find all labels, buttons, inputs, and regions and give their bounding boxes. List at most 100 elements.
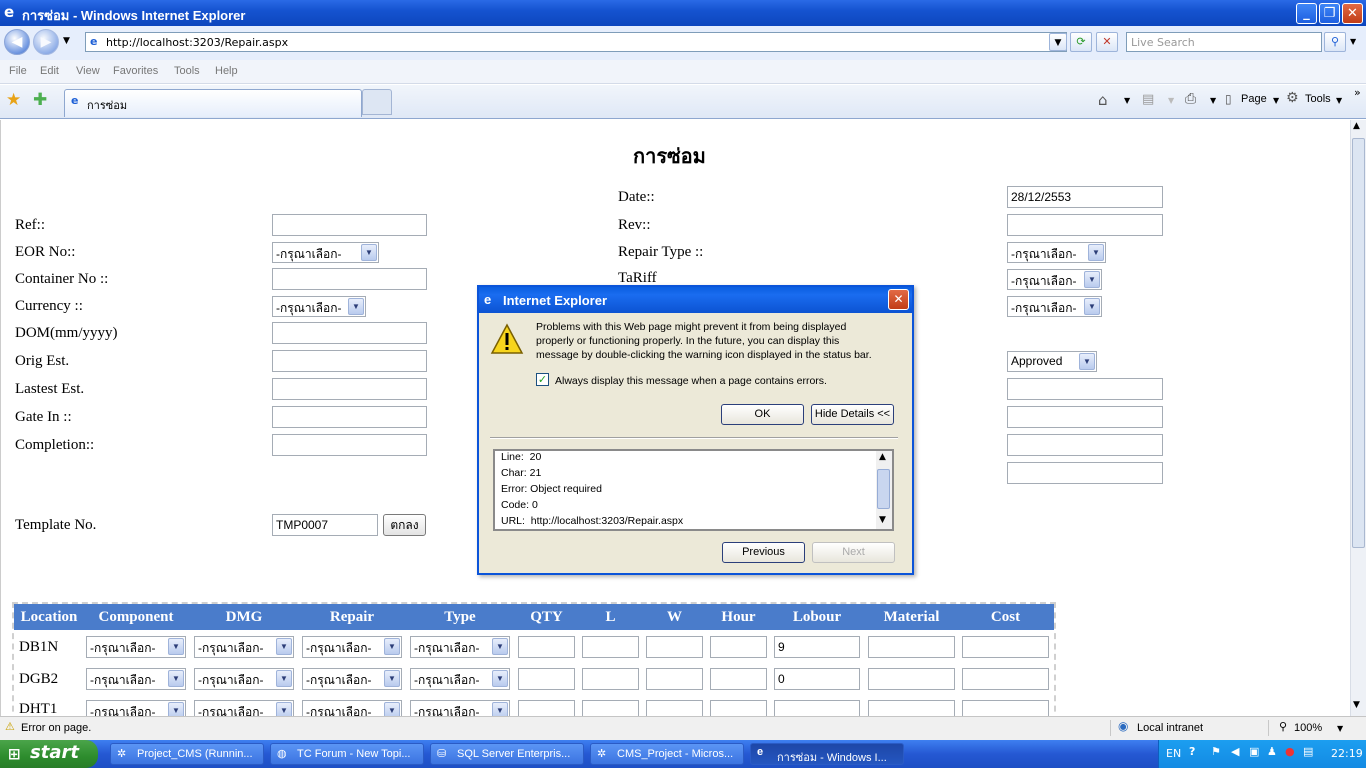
l-input[interactable] bbox=[582, 636, 639, 658]
page-menu-dropdown-icon[interactable]: ▼ bbox=[1273, 96, 1279, 105]
home-dropdown-icon[interactable]: ▼ bbox=[1124, 96, 1130, 105]
network-icon[interactable]: ⚑ bbox=[1211, 745, 1221, 758]
history-dropdown-icon[interactable]: ▼ bbox=[63, 36, 70, 46]
close-button[interactable]: ✕ bbox=[1342, 3, 1363, 24]
currency-select[interactable]: -กรุณาเลือก- ▼ bbox=[272, 296, 366, 317]
orig-est-input[interactable] bbox=[272, 350, 427, 372]
w-input[interactable] bbox=[646, 668, 703, 690]
address-field[interactable]: e http://localhost:3203/Repair.aspx bbox=[85, 32, 1067, 52]
feeds-dropdown-icon[interactable]: ▼ bbox=[1168, 96, 1174, 105]
rev-input[interactable] bbox=[1007, 214, 1163, 236]
new-tab-button[interactable] bbox=[362, 89, 392, 115]
type-select[interactable]: -กรุณาเลือก- ▼ bbox=[410, 700, 510, 716]
tray-app-icon[interactable]: ▣ bbox=[1249, 745, 1259, 758]
repair-type-select[interactable]: -กรุณาเลือก- ▼ bbox=[1007, 242, 1106, 263]
menu-favorites[interactable]: Favorites bbox=[113, 65, 158, 77]
always-display-label[interactable]: Always display this message when a page … bbox=[555, 374, 827, 388]
restore-button[interactable]: ❐ bbox=[1319, 3, 1340, 24]
cost-input[interactable] bbox=[962, 668, 1049, 690]
tariff-select[interactable]: -กรุณาเลือก- ▼ bbox=[1007, 269, 1102, 290]
cost-input[interactable] bbox=[962, 700, 1049, 716]
feeds-icon[interactable]: ▤ bbox=[1142, 92, 1154, 107]
component-select[interactable]: -กรุณาเลือก- ▼ bbox=[86, 636, 186, 658]
tab-repair[interactable]: e การซ่อม bbox=[64, 89, 362, 117]
qty-input[interactable] bbox=[518, 700, 575, 716]
address-dropdown-button[interactable]: ▼ bbox=[1049, 33, 1067, 51]
error-warning-icon[interactable]: ⚠ bbox=[5, 720, 15, 733]
repair-select[interactable]: -กรุณาเลือก- ▼ bbox=[302, 668, 402, 690]
template-no-input[interactable]: TMP0007 bbox=[272, 514, 378, 536]
zoom-level[interactable]: 100% bbox=[1294, 722, 1322, 734]
help-icon[interactable]: ? bbox=[1189, 745, 1195, 758]
ok-button-th[interactable]: ตกลง bbox=[383, 514, 426, 536]
search-icon[interactable]: ⚲ bbox=[1324, 32, 1346, 52]
gear-icon[interactable]: ⚙ bbox=[1286, 90, 1299, 106]
page-menu-icon[interactable]: ▯ bbox=[1225, 92, 1232, 106]
dmg-select[interactable]: -กรุณาเลือก- ▼ bbox=[194, 700, 294, 716]
component-select[interactable]: -กรุณาเลือก- ▼ bbox=[86, 700, 186, 716]
minimize-button[interactable]: _ bbox=[1296, 3, 1317, 24]
extra-select[interactable]: -กรุณาเลือก- ▼ bbox=[1007, 296, 1102, 317]
tray-app-icon[interactable]: ● bbox=[1285, 745, 1295, 758]
hour-input[interactable] bbox=[710, 700, 767, 716]
next-button[interactable]: Next bbox=[812, 542, 895, 563]
add-favorite-icon[interactable]: ✚ bbox=[33, 90, 47, 110]
status-select[interactable]: Approved ▼ bbox=[1007, 351, 1097, 372]
hour-input[interactable] bbox=[710, 636, 767, 658]
task-project-cms[interactable]: ✲ Project_CMS (Runnin... bbox=[110, 743, 264, 765]
scrollbar-thumb[interactable] bbox=[1352, 138, 1365, 548]
qty-input[interactable] bbox=[518, 668, 575, 690]
qty-input[interactable] bbox=[518, 636, 575, 658]
task-sql-server[interactable]: ⛁ SQL Server Enterpris... bbox=[430, 743, 584, 765]
print-icon[interactable]: ⎙ bbox=[1185, 91, 1196, 107]
repair-select[interactable]: -กรุณาเลือก- ▼ bbox=[302, 700, 402, 716]
type-select[interactable]: -กรุณาเลือก- ▼ bbox=[410, 668, 510, 690]
page-menu[interactable]: Page bbox=[1241, 93, 1267, 105]
clock[interactable]: 22:19 bbox=[1331, 747, 1363, 760]
security-zone[interactable]: Local intranet bbox=[1137, 722, 1203, 734]
menu-view[interactable]: View bbox=[76, 65, 100, 77]
material-input[interactable] bbox=[868, 636, 955, 658]
task-ie-repair[interactable]: e การซ่อม - Windows I... bbox=[750, 743, 904, 765]
hour-input[interactable] bbox=[710, 668, 767, 690]
right-input-3[interactable] bbox=[1007, 434, 1163, 456]
back-button[interactable]: ◀ bbox=[4, 29, 30, 55]
lastest-est-input[interactable] bbox=[272, 378, 427, 400]
dmg-select[interactable]: -กรุณาเลือก- ▼ bbox=[194, 668, 294, 690]
menu-help[interactable]: Help bbox=[215, 65, 238, 77]
dialog-close-button[interactable]: ✕ bbox=[888, 289, 909, 310]
task-tc-forum[interactable]: ◍ TC Forum - New Topi... bbox=[270, 743, 424, 765]
back-arrow-icon[interactable]: ◀ bbox=[1231, 745, 1239, 758]
type-select[interactable]: -กรุณาเลือก- ▼ bbox=[410, 636, 510, 658]
w-input[interactable] bbox=[646, 636, 703, 658]
w-input[interactable] bbox=[646, 700, 703, 716]
always-display-checkbox[interactable]: ✓ bbox=[536, 373, 549, 386]
container-no-input[interactable] bbox=[272, 268, 427, 290]
l-input[interactable] bbox=[582, 668, 639, 690]
dialog-ok-button[interactable]: OK bbox=[721, 404, 804, 425]
lobour-input[interactable]: 9 bbox=[774, 636, 860, 658]
search-input[interactable]: Live Search bbox=[1126, 32, 1322, 52]
right-input-2[interactable] bbox=[1007, 406, 1163, 428]
print-dropdown-icon[interactable]: ▼ bbox=[1210, 96, 1216, 105]
component-select[interactable]: -กรุณาเลือก- ▼ bbox=[86, 668, 186, 690]
page-scrollbar[interactable] bbox=[1350, 120, 1366, 716]
l-input[interactable] bbox=[582, 700, 639, 716]
stop-icon[interactable]: ✕ bbox=[1096, 32, 1118, 52]
gate-in-input[interactable] bbox=[272, 406, 427, 428]
lobour-input[interactable] bbox=[774, 700, 860, 716]
right-input-1[interactable] bbox=[1007, 378, 1163, 400]
ref-input[interactable] bbox=[272, 214, 427, 236]
tray-app-icon[interactable]: ♟ bbox=[1267, 745, 1277, 758]
language-indicator[interactable]: EN bbox=[1166, 747, 1181, 760]
task-cms-project[interactable]: ✲ CMS_Project - Micros... bbox=[590, 743, 744, 765]
tools-dropdown-icon[interactable]: ▼ bbox=[1336, 96, 1342, 105]
menu-edit[interactable]: Edit bbox=[40, 65, 59, 77]
material-input[interactable] bbox=[868, 700, 955, 716]
zoom-dropdown-icon[interactable]: ▼ bbox=[1337, 724, 1343, 733]
tray-app-icon[interactable]: ▤ bbox=[1303, 745, 1313, 758]
dmg-select[interactable]: -กรุณาเลือก- ▼ bbox=[194, 636, 294, 658]
date-input[interactable]: 28/12/2553 bbox=[1007, 186, 1163, 208]
refresh-icon[interactable]: ⟳ bbox=[1070, 32, 1092, 52]
details-scrollbar[interactable]: ▲ ▼ bbox=[876, 451, 892, 529]
